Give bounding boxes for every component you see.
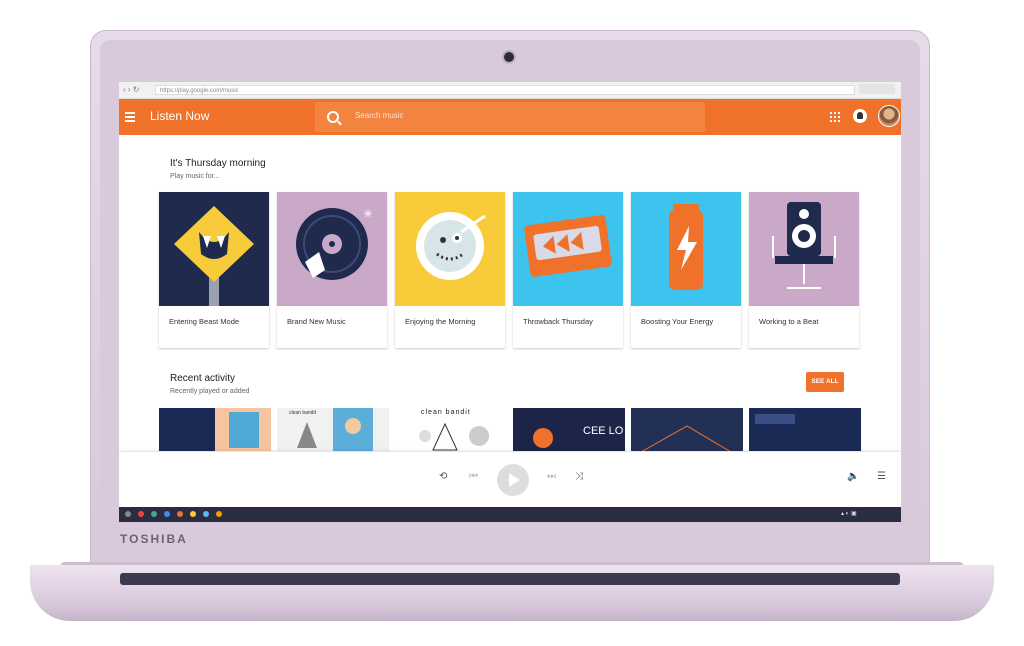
queue-icon[interactable]: ☰ [877,472,886,482]
card-label: Brand New Music [287,317,346,326]
laptop-brand: TOSHIBA [120,532,188,546]
card-art [395,192,505,306]
card-throwback-thursday[interactable]: Throwback Thursday [513,192,623,348]
shuffle-icon[interactable]: ⤨ [575,472,583,482]
player-bar: ⟲ ⏮ ⏭ ⤨ 🔈 ☰ [119,451,901,508]
album-caption: clean bandit [289,410,316,416]
address-bar[interactable]: https://play.google.com/music [155,85,855,95]
album-thumb[interactable]: clean bandit [277,408,389,452]
card-beast-mode[interactable]: Entering Beast Mode [159,192,269,348]
notifications-icon[interactable] [853,109,867,123]
energy-can-icon [669,204,703,290]
shelf-apps [125,511,222,517]
card-art [631,192,741,306]
browser-controls[interactable] [859,84,895,94]
card-enjoying-morning[interactable]: Enjoying the Morning [395,192,505,348]
album-thumb[interactable] [631,408,743,452]
speaker-chair-icon [772,202,836,289]
app-header: Listen Now [119,99,901,135]
page-title: Listen Now [150,109,210,123]
search-icon [327,111,339,123]
card-art: ✳ [277,192,387,306]
previous-icon[interactable]: ⏮ [469,472,478,482]
browser-chrome: ‹ › ↻ https://play.google.com/music [119,82,901,99]
search-box[interactable] [315,102,705,132]
app-icon[interactable] [164,511,170,517]
volume-icon[interactable]: 🔈 [847,472,859,482]
play-button[interactable] [497,464,529,496]
avatar[interactable] [878,105,900,127]
card-art [513,192,623,306]
svg-text:✳: ✳ [363,207,373,221]
card-working-beat[interactable]: Working to a Beat [749,192,859,348]
recent-subtitle: Recently played or added [170,388,250,395]
recent-title: Recent activity [170,373,236,384]
search-input[interactable] [353,110,677,121]
greeting-subtitle: Play music for... [170,173,220,180]
see-all-button[interactable]: SEE ALL [806,372,844,392]
card-label: Throwback Thursday [523,317,593,326]
album-art [755,414,795,424]
repeat-icon[interactable]: ⟲ [439,472,447,482]
screen: ‹ › ↻ https://play.google.com/music List… [119,82,901,522]
album-thumb[interactable] [159,408,271,452]
card-art [749,192,859,306]
cassette-tape-icon [524,215,612,277]
card-label: Enjoying the Morning [405,317,476,326]
music-icon[interactable] [177,511,183,517]
greeting-title: It's Thursday morning [170,158,266,169]
hamburger-menu-icon[interactable] [125,112,135,122]
webcam-icon [504,52,514,62]
apps-grid-icon[interactable] [830,112,840,122]
browser-nav-icons[interactable]: ‹ › ↻ [123,85,139,94]
launcher-icon[interactable] [125,511,131,517]
card-label: Boosting Your Energy [641,317,714,326]
coffee-cup-icon [416,212,486,280]
album-thumb[interactable]: clean bandit [395,408,507,452]
album-art [215,408,271,452]
os-shelf: ▴ ◐ ▣ [119,507,901,522]
card-art [159,192,269,306]
headphones-icon[interactable] [216,511,222,517]
card-label: Entering Beast Mode [169,317,240,326]
card-label: Working to a Beat [759,317,819,326]
album-thumb[interactable]: CEE LO [513,408,625,452]
svg-text:CEE LO: CEE LO [583,425,624,437]
vinyl-record-icon: ✳ [296,207,373,280]
album-art [640,425,732,452]
keyboard [120,573,900,585]
card-brand-new-music[interactable]: ✳ Brand New Music [277,192,387,348]
app-icon[interactable] [203,511,209,517]
system-tray[interactable]: ▴ ◐ ▣ [841,510,857,517]
app-icon[interactable] [151,511,157,517]
chrome-icon[interactable] [138,511,144,517]
fangs-sign-icon [174,206,254,306]
album-caption: clean bandit [421,409,471,416]
album-art: CEE LO [533,425,624,448]
app-icon[interactable] [190,511,196,517]
card-boosting-energy[interactable]: Boosting Your Energy [631,192,741,348]
next-icon[interactable]: ⏭ [547,472,556,482]
album-thumb[interactable] [749,408,861,452]
